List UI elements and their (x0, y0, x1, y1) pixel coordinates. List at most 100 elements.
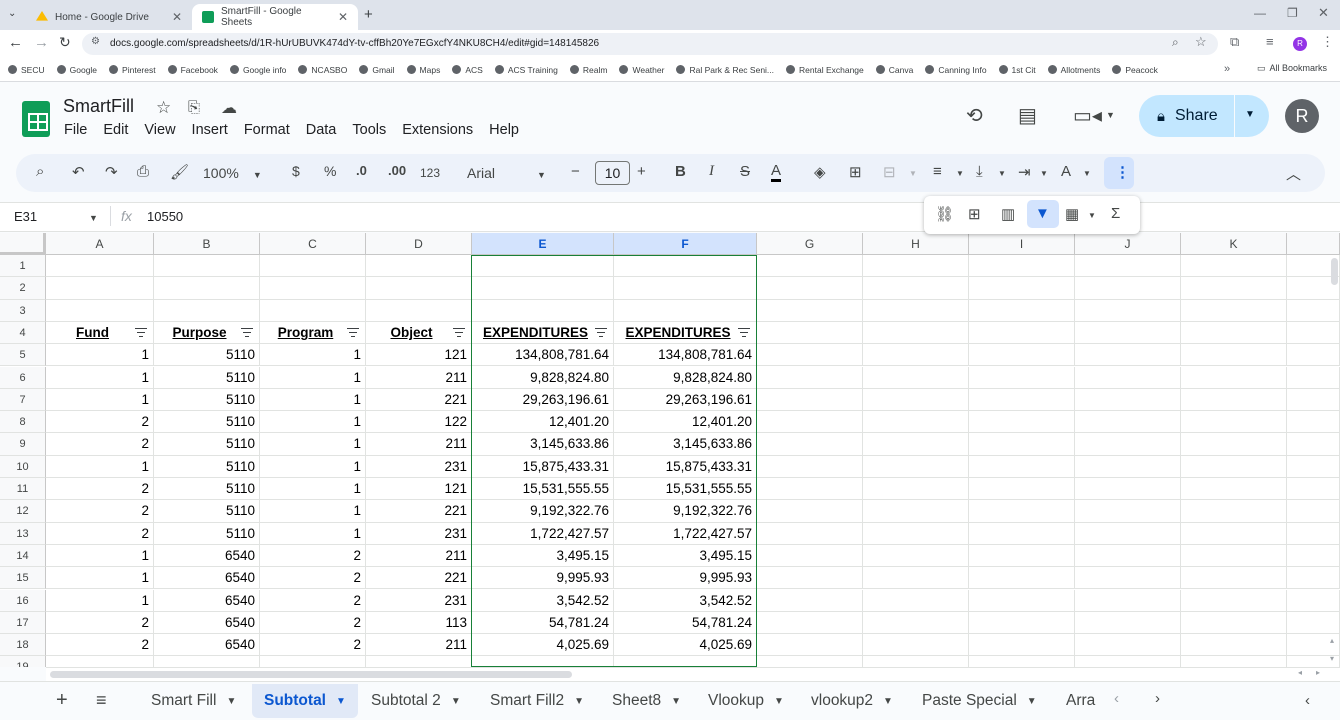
data-cell[interactable]: 5110 (154, 455, 260, 478)
grid-cell[interactable] (863, 255, 969, 278)
grid-cell[interactable] (757, 255, 863, 278)
sheets-logo-icon[interactable] (22, 101, 50, 137)
grid-cell[interactable] (1287, 611, 1340, 635)
name-box-dropdown-icon[interactable]: ▼ (89, 213, 98, 223)
print-icon[interactable]: ⎙ (137, 163, 149, 180)
grid-cell[interactable] (757, 433, 863, 456)
grid-cell[interactable] (260, 277, 366, 300)
data-cell[interactable]: 113 (366, 611, 472, 635)
grid-cell[interactable] (863, 388, 969, 412)
data-cell[interactable]: 4,025.69 (614, 634, 757, 657)
account-avatar[interactable]: R (1285, 99, 1319, 133)
bookmark-item[interactable]: ACS (452, 65, 483, 75)
data-cell[interactable]: 221 (366, 500, 472, 523)
sheet-tab[interactable]: Smart Fill2 ▼ (478, 684, 596, 718)
grid-cell[interactable] (1287, 321, 1340, 345)
grid-cell[interactable] (969, 656, 1075, 667)
more-bookmarks-icon[interactable]: » (1224, 63, 1230, 75)
grid-cell[interactable] (863, 634, 969, 657)
strikethrough-icon[interactable]: S (740, 163, 750, 180)
increase-font-size-icon[interactable]: + (637, 163, 646, 180)
grid-cell[interactable] (969, 478, 1075, 501)
data-cell[interactable]: 211 (366, 544, 472, 568)
grid-cell[interactable] (46, 277, 154, 300)
data-cell[interactable]: 1 (46, 544, 154, 568)
borders-icon[interactable]: ⊞ (849, 163, 862, 181)
row-header[interactable]: 12 (0, 500, 46, 523)
data-cell[interactable]: 231 (366, 455, 472, 478)
vertical-align-icon[interactable]: ⤓ (976, 163, 983, 180)
insert-link-icon[interactable]: ⛓︎ (935, 205, 954, 223)
column-header-g[interactable]: G (757, 233, 863, 255)
grid-cell[interactable] (1181, 344, 1287, 367)
column-header-j[interactable]: J (1075, 233, 1181, 255)
sheet-menu-chevron-down-icon[interactable]: ▼ (226, 696, 236, 707)
sheet-menu-chevron-down-icon[interactable]: ▼ (671, 696, 681, 707)
grid-cell[interactable] (1287, 433, 1340, 456)
text-color-icon[interactable]: A (771, 163, 782, 182)
menu-view[interactable]: View (144, 122, 175, 138)
grid-cell[interactable] (472, 656, 614, 667)
scroll-left-icon[interactable]: ◂ (1298, 668, 1302, 677)
grid-cell[interactable] (969, 544, 1075, 568)
grid-cell[interactable] (366, 299, 472, 322)
header-cell[interactable]: EXPENDITURES (614, 321, 757, 345)
data-cell[interactable]: 15,875,433.31 (614, 455, 757, 478)
grid-cell[interactable] (1287, 500, 1340, 523)
grid-cell[interactable] (969, 455, 1075, 478)
data-cell[interactable]: 1 (46, 455, 154, 478)
column-header-e[interactable]: E (472, 233, 614, 255)
grid-cell[interactable] (260, 255, 366, 278)
data-cell[interactable]: 54,781.24 (472, 611, 614, 635)
sheet-tab[interactable]: Vlookup ▼ (696, 684, 796, 718)
grid-cell[interactable] (1181, 388, 1287, 412)
data-cell[interactable]: 1 (260, 411, 366, 434)
data-cell[interactable]: 5110 (154, 388, 260, 412)
filter-funnel-icon[interactable]: ▼ (1035, 205, 1050, 222)
vertical-scroll-thumb[interactable] (1331, 258, 1338, 285)
data-cell[interactable]: 5110 (154, 366, 260, 389)
data-cell[interactable]: 1 (260, 478, 366, 501)
column-header-f[interactable]: F (614, 233, 757, 255)
grid-cell[interactable] (1075, 255, 1181, 278)
grid-cell[interactable] (260, 656, 366, 667)
sheet-tab[interactable]: Paste Special ▼ (910, 684, 1049, 718)
grid-cell[interactable] (260, 299, 366, 322)
data-cell[interactable]: 134,808,781.64 (614, 344, 757, 367)
data-cell[interactable]: 231 (366, 589, 472, 612)
row-header[interactable]: 18 (0, 634, 46, 657)
menu-extensions[interactable]: Extensions (402, 122, 473, 138)
grid-cell[interactable] (757, 567, 863, 590)
data-cell[interactable]: 15,531,555.55 (472, 478, 614, 501)
bookmark-item[interactable]: Weather (619, 65, 664, 75)
grid-cell[interactable] (1181, 299, 1287, 322)
site-info-icon[interactable]: ⚙ (91, 36, 100, 47)
data-cell[interactable]: 1 (46, 344, 154, 367)
spreadsheet-grid[interactable]: A B C D E F G H I J K 1 2 3 4 Fund Purpose Program Object E… (0, 233, 1340, 667)
undo-icon[interactable]: ↶ (72, 163, 85, 181)
grid-cell[interactable] (1075, 388, 1181, 412)
grid-cell[interactable] (366, 255, 472, 278)
data-cell[interactable]: 1 (46, 366, 154, 389)
decrease-font-size-icon[interactable]: − (571, 163, 580, 180)
sheet-menu-chevron-down-icon[interactable]: ▼ (1027, 696, 1037, 707)
grid-cell[interactable] (1287, 411, 1340, 434)
data-cell[interactable]: 3,542.52 (614, 589, 757, 612)
grid-cell[interactable] (969, 411, 1075, 434)
bookmark-item[interactable]: 1st Cit (998, 65, 1036, 75)
font-size-input[interactable]: 10 (595, 161, 630, 185)
sheet-menu-chevron-down-icon[interactable]: ▼ (774, 696, 784, 707)
grid-cell[interactable] (1287, 388, 1340, 412)
data-cell[interactable]: 211 (366, 366, 472, 389)
data-cell[interactable]: 9,828,824.80 (472, 366, 614, 389)
grid-cell[interactable] (757, 656, 863, 667)
url-field[interactable]: docs.google.com/spreadsheets/d/1R-hUrUBU… (82, 33, 1218, 55)
hide-menus-chevron-up-icon[interactable]: ︿ (1286, 163, 1301, 184)
sheet-menu-chevron-down-icon[interactable]: ▼ (883, 696, 893, 707)
filter-icon[interactable] (241, 327, 253, 338)
currency-format-button[interactable]: $ (292, 163, 300, 179)
grid-cell[interactable] (1075, 299, 1181, 322)
bookmark-star-icon[interactable]: ☆ (1195, 34, 1207, 50)
bookmark-item[interactable]: SECU (8, 65, 45, 75)
grid-cell[interactable] (863, 589, 969, 612)
